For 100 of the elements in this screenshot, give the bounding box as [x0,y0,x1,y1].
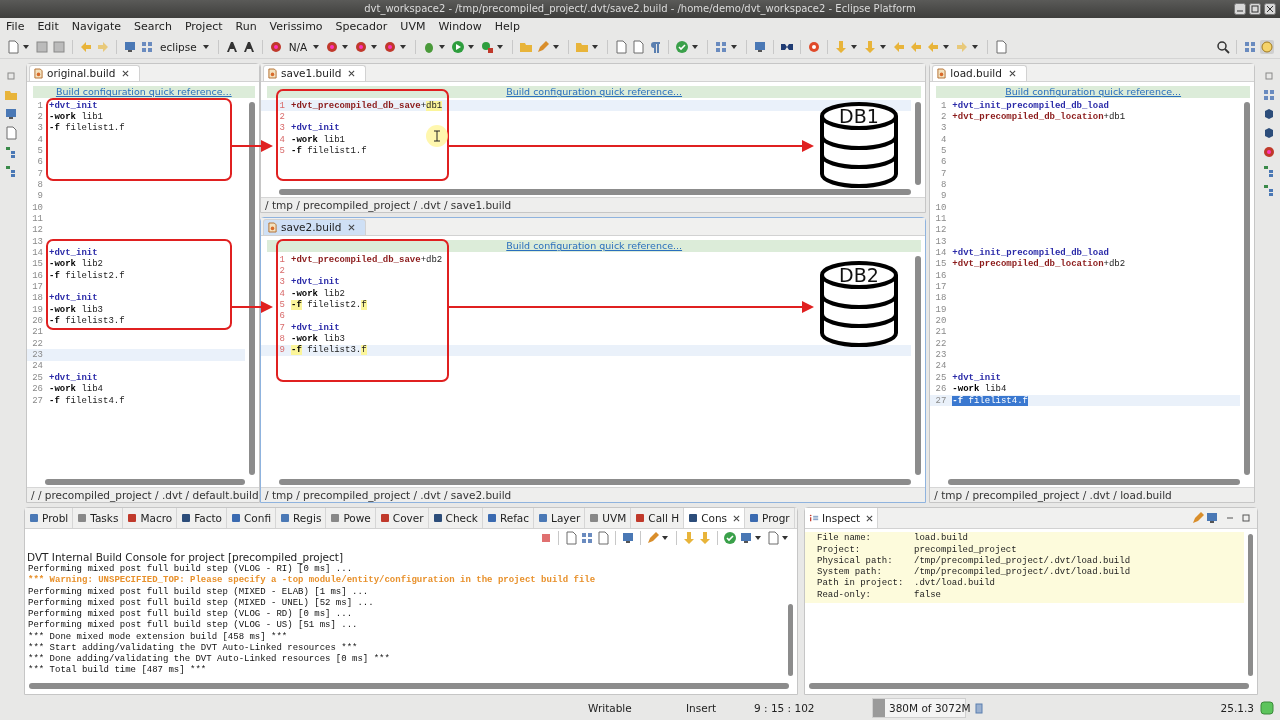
vertical-scrollbar[interactable] [1244,101,1250,476]
menu-item[interactable]: Project [184,20,223,34]
cube-icon[interactable] [1262,106,1276,121]
close-icon[interactable] [866,514,874,522]
font-size-icon[interactable] [241,39,256,54]
menu-item[interactable]: Run [235,20,257,34]
check-icon[interactable] [675,39,690,54]
menu-item[interactable]: Navigate [71,20,122,34]
menu-item[interactable]: Window [438,20,482,34]
hierarchy-icon[interactable] [1262,163,1276,178]
hierarchy-icon[interactable] [1262,182,1276,197]
caret-icon[interactable] [692,44,699,49]
caret-icon[interactable] [23,44,29,49]
hierarchy-icon[interactable] [4,163,18,178]
check-icon[interactable] [723,531,737,546]
caret-icon[interactable] [972,44,979,49]
menu-item[interactable]: Help [494,20,520,34]
view-tab[interactable]: Refac [482,508,535,529]
editor-tab[interactable]: load.build [932,64,1027,81]
caret-icon[interactable] [468,44,475,49]
horizontal-scrollbar[interactable] [279,188,912,195]
toolbar-dropdown[interactable]: N/A [285,40,311,53]
caret-icon[interactable] [371,44,378,49]
monitor-icon[interactable] [4,106,18,121]
monitor-icon[interactable] [753,39,768,54]
close-icon[interactable] [733,514,741,522]
vertical-scrollbar[interactable] [1248,534,1253,676]
caret-icon[interactable] [943,44,950,49]
save-icon[interactable] [52,39,66,54]
document-icon[interactable] [994,39,1009,54]
save-icon[interactable] [35,39,49,54]
document-icon[interactable] [614,39,629,54]
caret-icon[interactable] [400,44,407,49]
vertical-scrollbar[interactable] [915,255,922,476]
view-tab[interactable]: Macro [123,508,178,529]
minimize-icon[interactable] [1234,3,1246,15]
caret-icon[interactable] [553,44,560,49]
close-icon[interactable] [1264,3,1276,15]
hierarchy-icon[interactable] [4,144,18,159]
view-tab[interactable]: Inspect [805,508,879,529]
maximize-icon[interactable] [1241,513,1251,524]
horizontal-scrollbar[interactable] [29,683,789,689]
menu-item[interactable]: Specador [335,20,388,34]
grid-icon[interactable] [140,39,154,54]
caret-icon[interactable] [313,44,320,49]
view-tab[interactable]: Confi [227,508,277,529]
grid-icon[interactable] [1243,39,1257,54]
caret-icon[interactable] [782,536,788,541]
view-tab[interactable]: Probl [25,508,74,529]
caret-icon[interactable] [731,44,738,49]
monitor-icon[interactable] [123,39,137,54]
horizontal-scrollbar[interactable] [948,479,1240,486]
close-icon[interactable] [348,223,356,231]
quick-reference-link[interactable]: Build configuration quick reference... [506,86,683,98]
document-icon[interactable] [564,531,578,546]
view-tab[interactable]: Regis [276,508,327,529]
grid-icon[interactable] [580,531,594,546]
view-tab[interactable]: Cover [375,508,429,529]
vertical-scrollbar[interactable] [915,101,922,185]
stop-icon[interactable] [807,39,822,54]
menu-item[interactable]: Verissimo [269,20,323,34]
monitor-icon[interactable] [739,531,753,546]
toolbar-dropdown[interactable]: eclipse [157,40,200,53]
caret-icon[interactable] [202,44,209,49]
view-tab[interactable]: Powe [326,508,376,529]
view-tab[interactable]: UVM [585,508,632,529]
menu-item[interactable]: UVM [400,20,426,34]
horizontal-scrollbar[interactable] [279,479,912,486]
quick-reference-link[interactable]: Build configuration quick reference... [506,240,683,252]
horizontal-scrollbar[interactable] [45,479,245,486]
caret-icon[interactable] [755,536,761,541]
caret-icon[interactable] [497,44,504,49]
menu-item[interactable]: Edit [37,20,59,34]
view-tab[interactable]: Progr [745,508,795,529]
document-icon[interactable] [4,125,18,140]
close-icon[interactable] [1008,69,1016,77]
caret-icon[interactable] [342,44,349,49]
editor-tab[interactable]: save1.build [263,64,367,81]
horizontal-scrollbar[interactable] [809,683,1249,689]
view-tab[interactable]: Layer [534,508,586,529]
menu-item[interactable]: File [6,20,25,34]
close-icon[interactable] [122,69,130,77]
monitor-icon[interactable] [1205,511,1219,526]
view-tab[interactable]: Tasks [73,508,124,529]
document-icon[interactable] [631,39,646,54]
trash-icon[interactable] [972,700,986,715]
caret-icon[interactable] [592,44,599,49]
quick-reference-link[interactable]: Build configuration quick reference... [1005,86,1182,98]
close-icon[interactable] [348,69,356,77]
caret-icon[interactable] [662,536,668,541]
quick-reference-link[interactable]: Build configuration quick reference... [55,86,232,98]
view-tab[interactable]: Cons [684,508,746,529]
caret-icon[interactable] [880,44,887,49]
view-tab[interactable]: Facto [177,508,227,529]
caret-icon[interactable] [439,44,446,49]
cube-icon[interactable] [1262,125,1276,140]
view-tab[interactable]: Check [428,508,483,529]
vertical-scrollbar[interactable] [248,101,255,476]
monitor-icon[interactable] [621,531,635,546]
vertical-scrollbar[interactable] [788,604,793,676]
